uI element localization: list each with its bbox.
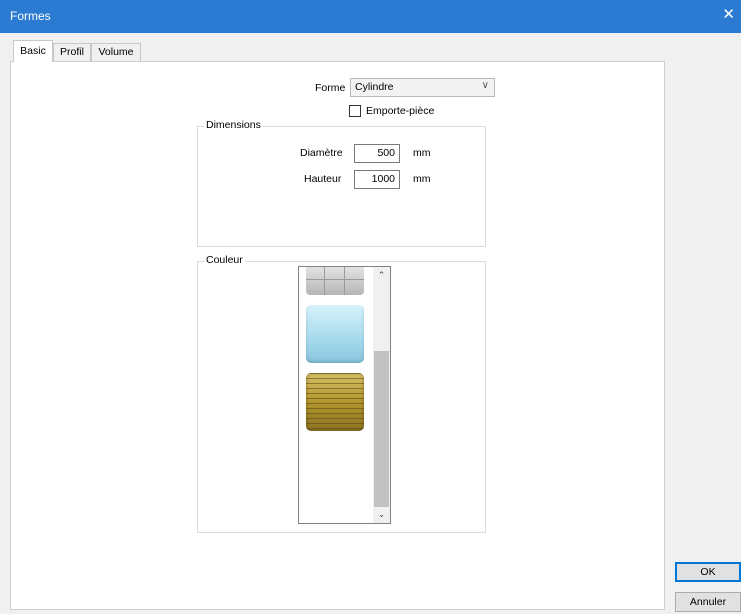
swatch-gray-tile[interactable] bbox=[306, 267, 364, 295]
couleur-title: Couleur bbox=[204, 254, 245, 266]
tab-basic[interactable]: Basic bbox=[13, 40, 53, 62]
chevron-down-icon[interactable]: ∨ bbox=[482, 80, 489, 91]
dimensions-group: Dimensions Diamètre 500 mm Hauteur 1000 … bbox=[197, 119, 486, 247]
swatch-yellow-brick[interactable] bbox=[306, 373, 364, 431]
hauteur-unit: mm bbox=[413, 173, 431, 185]
window-border bbox=[0, 33, 8, 614]
forme-selected-value: Cylindre bbox=[355, 81, 394, 93]
swatch-light-blue[interactable] bbox=[306, 305, 364, 363]
diametre-input[interactable]: 500 bbox=[354, 144, 400, 163]
forme-select[interactable]: Cylindre ∨ bbox=[350, 78, 495, 97]
color-listbox[interactable]: ⌃ ⌄ bbox=[298, 266, 391, 524]
close-icon[interactable]: ✕ bbox=[722, 6, 735, 24]
hauteur-label: Hauteur bbox=[304, 173, 342, 185]
tab-page-basic: Forme Cylindre ∨ Emporte-pièce Dimension… bbox=[10, 61, 665, 610]
dimensions-title: Dimensions bbox=[204, 119, 263, 131]
tab-volume[interactable]: Volume bbox=[91, 43, 141, 61]
forme-label: Forme bbox=[315, 82, 346, 94]
vertical-scrollbar[interactable]: ⌃ ⌄ bbox=[373, 267, 390, 523]
scroll-up-icon[interactable]: ⌃ bbox=[373, 267, 390, 284]
diametre-unit: mm bbox=[413, 147, 431, 159]
hauteur-input[interactable]: 1000 bbox=[354, 170, 400, 189]
scroll-down-icon[interactable]: ⌄ bbox=[373, 506, 390, 523]
diametre-label: Diamètre bbox=[300, 147, 343, 159]
scroll-thumb[interactable] bbox=[374, 351, 389, 507]
ok-button[interactable]: OK bbox=[675, 562, 741, 582]
tab-profil[interactable]: Profil bbox=[53, 43, 91, 61]
emporte-piece-label[interactable]: Emporte-pièce bbox=[366, 105, 434, 117]
title-bar: Formes ✕ bbox=[0, 0, 741, 33]
window-title: Formes bbox=[10, 9, 51, 23]
emporte-piece-checkbox[interactable] bbox=[349, 105, 361, 117]
annuler-button[interactable]: Annuler bbox=[675, 592, 741, 612]
